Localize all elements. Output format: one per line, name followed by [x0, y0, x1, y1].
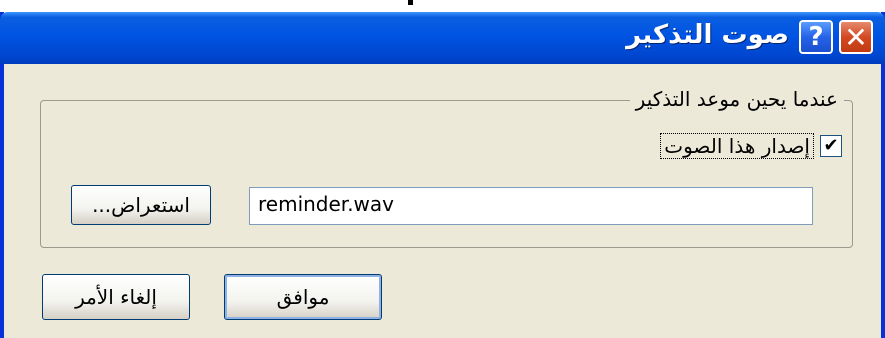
play-sound-option[interactable]: ✔ إصدار هذا الصوت	[660, 133, 842, 159]
browse-button[interactable]: استعراض...	[71, 185, 211, 225]
ok-button[interactable]: موافق	[224, 274, 382, 320]
group-label: عندما يحين موعد التذكير	[629, 87, 844, 111]
play-sound-checkbox[interactable]: ✔	[820, 135, 842, 157]
decorative-mark	[408, 0, 413, 5]
play-sound-label[interactable]: إصدار هذا الصوت	[660, 133, 814, 159]
screen-top-strip	[0, 0, 885, 12]
cancel-button[interactable]: إلغاء الأمر	[42, 274, 190, 320]
sound-file-field[interactable]: reminder.wav	[249, 187, 813, 225]
checkmark-icon: ✔	[823, 135, 839, 156]
reminder-sound-dialog: صوت التذكير ? ✕ عندما يحين موعد التذكير …	[0, 12, 885, 338]
help-button[interactable]: ?	[799, 20, 833, 54]
help-icon: ?	[808, 22, 824, 52]
dialog-title: صوت التذكير	[626, 20, 789, 50]
reminder-sound-group: عندما يحين موعد التذكير ✔ إصدار هذا الصو…	[40, 87, 853, 248]
close-icon: ✕	[844, 20, 868, 54]
title-bar[interactable]: صوت التذكير ? ✕	[0, 12, 885, 64]
close-button[interactable]: ✕	[839, 20, 873, 54]
